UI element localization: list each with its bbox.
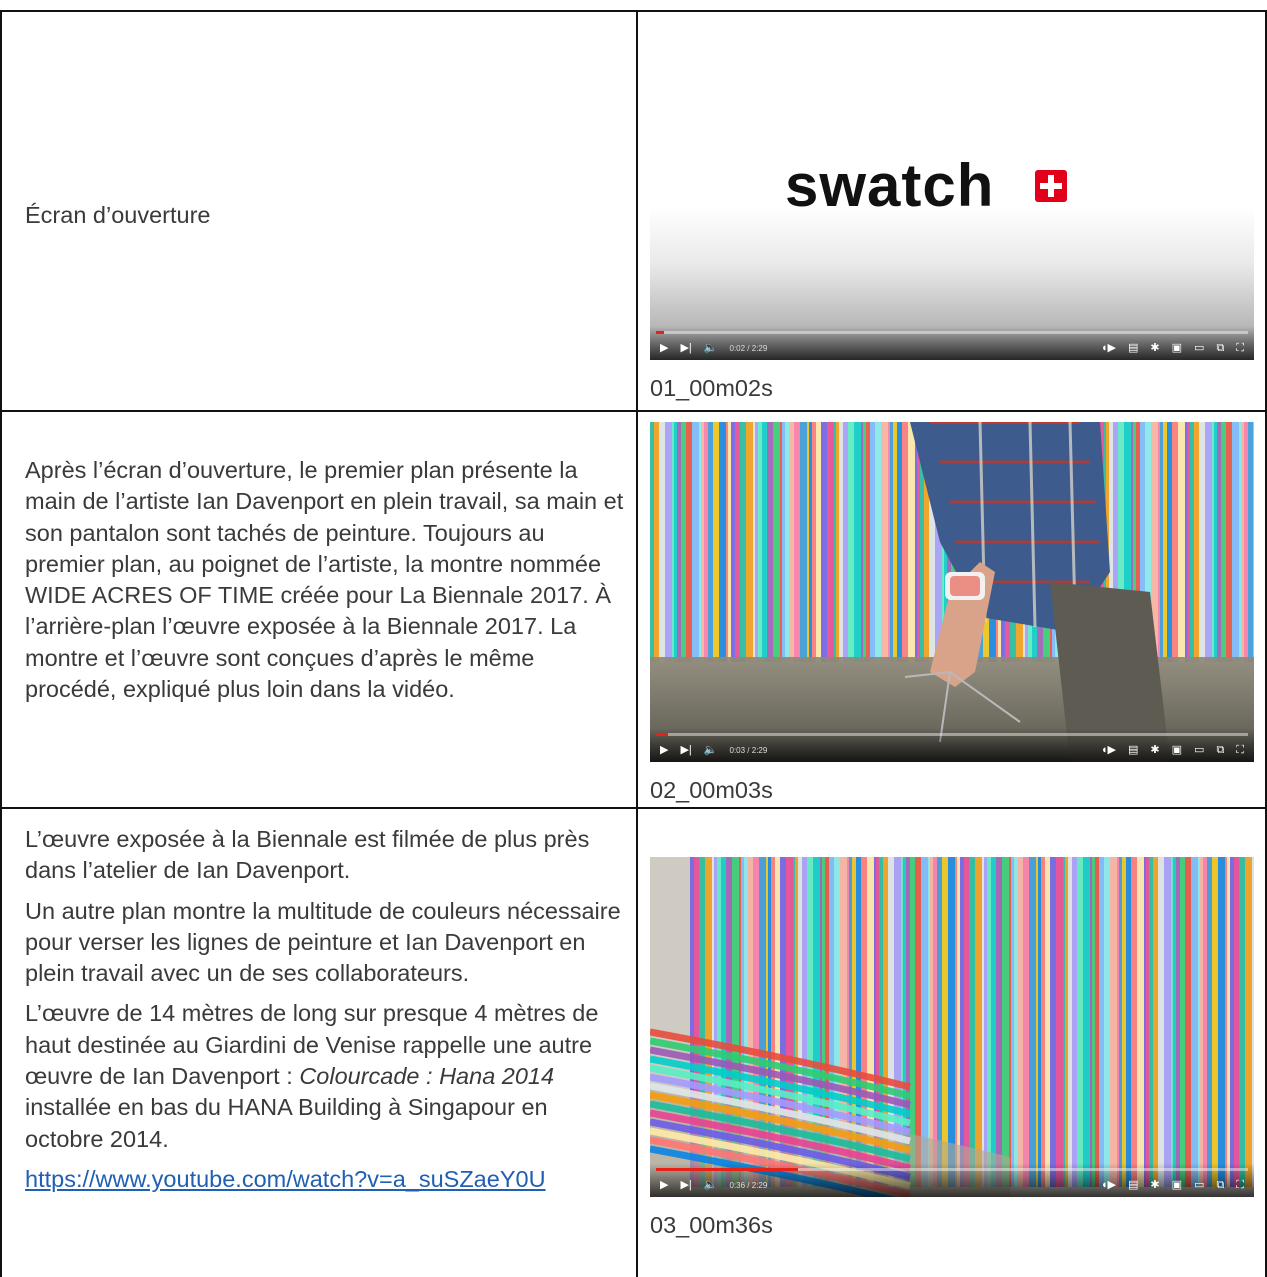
time-display: 0:03 / 2:29 [729, 746, 768, 755]
autoplay-toggle-icon[interactable]: ◖▶ [1101, 343, 1116, 354]
subtitles-icon[interactable]: ▤ [1128, 343, 1138, 354]
cast-icon[interactable]: ⧉ [1216, 1180, 1224, 1191]
cast-icon[interactable]: ⧉ [1216, 343, 1224, 354]
fullscreen-icon[interactable]: ⛶ [1236, 745, 1244, 756]
row2-paragraph: Après l’écran d’ouverture, le premier pl… [25, 457, 624, 703]
next-icon[interactable]: ▶| [680, 343, 691, 354]
progress-played [656, 331, 664, 334]
progress-bar[interactable] [656, 1168, 1248, 1171]
swatch-logo: swatch [785, 152, 1067, 219]
row-divider-2 [0, 807, 1267, 809]
next-icon[interactable]: ▶| [680, 1180, 691, 1191]
gear-icon[interactable]: ✱ [1150, 745, 1159, 756]
row3-text: L’œuvre exposée à la Biennale est filmée… [25, 824, 625, 1195]
document-table: Écran d’ouverture swatch ▶ ▶| 🔈 0:02 / 2… [0, 0, 1267, 1277]
svg-text:swatch: swatch [785, 152, 994, 219]
row3-paragraph-3: L’œuvre de 14 mètres de long sur presque… [25, 998, 625, 1154]
theater-icon[interactable]: ▭ [1194, 343, 1204, 354]
row1-text: Écran d’ouverture [25, 200, 625, 231]
player-controls: ▶ ▶| 🔈 0:36 / 2:29 ◖▶ ▤ ✱ ▣ ▭ ⧉ ⛶ [650, 1163, 1254, 1197]
video-player-2[interactable]: ▶ ▶| 🔈 0:03 / 2:29 ◖▶ ▤ ✱ ▣ ▭ ⧉ ⛶ [650, 422, 1254, 762]
miniplayer-icon[interactable]: ▣ [1172, 343, 1182, 354]
play-icon[interactable]: ▶ [660, 1180, 668, 1191]
table-border-top [0, 10, 1267, 12]
row1-paragraph: Écran d’ouverture [25, 202, 211, 228]
youtube-link[interactable]: https://www.youtube.com/watch?v=a_suSZae… [25, 1166, 546, 1192]
volume-icon[interactable]: 🔈 [704, 745, 718, 756]
row-divider-1 [0, 410, 1267, 412]
volume-icon[interactable]: 🔈 [704, 343, 718, 354]
table-border-left [0, 10, 2, 1277]
gear-icon[interactable]: ✱ [1150, 343, 1159, 354]
time-display: 0:02 / 2:29 [729, 344, 768, 353]
miniplayer-icon[interactable]: ▣ [1172, 745, 1182, 756]
progress-played [656, 1168, 799, 1171]
row3-link-paragraph: https://www.youtube.com/watch?v=a_suSZae… [25, 1164, 625, 1195]
player-controls: ▶ ▶| 🔈 0:03 / 2:29 ◖▶ ▤ ✱ ▣ ▭ ⧉ ⛶ [650, 728, 1254, 762]
autoplay-toggle-icon[interactable]: ◖▶ [1101, 745, 1116, 756]
artwork-title: Colourcade : Hana 2014 [299, 1063, 555, 1090]
subtitles-icon[interactable]: ▤ [1128, 745, 1138, 756]
row2-text: Après l’écran d’ouverture, le premier pl… [25, 455, 625, 705]
row3-caption: 03_00m36s [650, 1212, 773, 1238]
volume-icon[interactable]: 🔈 [704, 1180, 718, 1191]
play-icon[interactable]: ▶ [660, 745, 668, 756]
video-frame-artist [650, 422, 1254, 762]
progress-bar[interactable] [656, 733, 1248, 736]
play-icon[interactable]: ▶ [660, 343, 668, 354]
subtitles-icon[interactable]: ▤ [1128, 1180, 1138, 1191]
time-display: 0:36 / 2:29 [729, 1181, 768, 1190]
miniplayer-icon[interactable]: ▣ [1172, 1180, 1182, 1191]
theater-icon[interactable]: ▭ [1194, 1180, 1204, 1191]
gear-icon[interactable]: ✱ [1150, 1180, 1159, 1191]
fullscreen-icon[interactable]: ⛶ [1236, 343, 1244, 354]
player-controls: ▶ ▶| 🔈 0:02 / 2:29 ◖▶ ▤ ✱ ▣ ▭ ⧉ ⛶ [650, 326, 1254, 360]
row3-paragraph-2: Un autre plan montre la multitude de cou… [25, 897, 621, 987]
theater-icon[interactable]: ▭ [1194, 745, 1204, 756]
row3-paragraph-1: L’œuvre exposée à la Biennale est filmée… [25, 826, 590, 884]
next-icon[interactable]: ▶| [680, 745, 691, 756]
autoplay-toggle-icon[interactable]: ◖▶ [1101, 1180, 1116, 1191]
row1-caption: 01_00m02s [650, 375, 773, 401]
fullscreen-icon[interactable]: ⛶ [1236, 1180, 1244, 1191]
progress-bar[interactable] [656, 331, 1248, 334]
cast-icon[interactable]: ⧉ [1216, 745, 1224, 756]
video-player-3[interactable]: ▶ ▶| 🔈 0:36 / 2:29 ◖▶ ▤ ✱ ▣ ▭ ⧉ ⛶ [650, 857, 1254, 1197]
video-frame-artwork [650, 857, 1254, 1197]
video-player-1[interactable]: swatch ▶ ▶| 🔈 0:02 / 2:29 ◖▶ ▤ ✱ ▣ ▭ ⧉ ⛶ [650, 20, 1254, 360]
column-divider [636, 10, 638, 1277]
progress-played [656, 733, 668, 736]
row3-paragraph-3-end: installée en bas du HANA Building à Sing… [25, 1094, 548, 1152]
row2-caption: 02_00m03s [650, 777, 773, 803]
